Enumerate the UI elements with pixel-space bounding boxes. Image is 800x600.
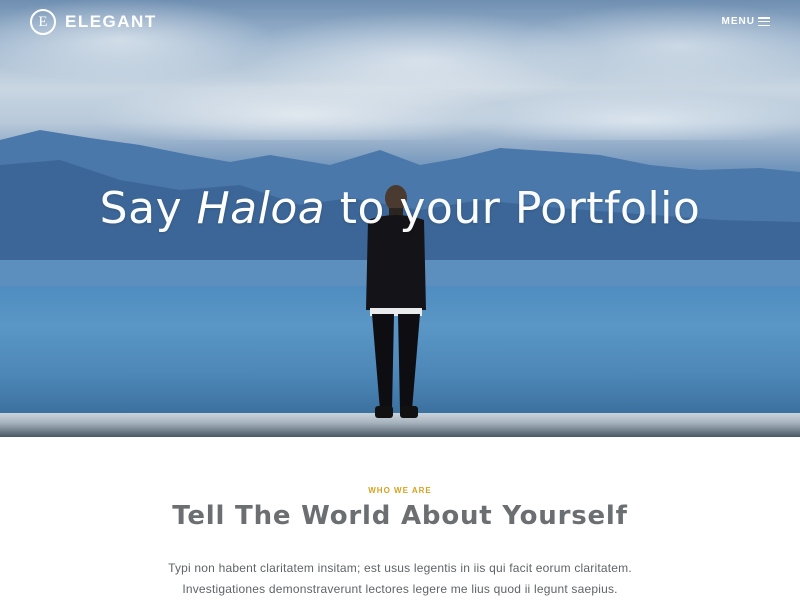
section-description: Typi non habent claritatem insitam; est … xyxy=(0,558,800,600)
headline-prefix: Say xyxy=(99,183,197,234)
headline-suffix: to your Portfolio xyxy=(325,183,701,234)
about-section: WHO WE ARE Tell The World About Yourself… xyxy=(0,437,800,598)
section-eyebrow: WHO WE ARE xyxy=(368,486,432,495)
top-navigation: E ELEGANT MENU xyxy=(0,0,800,46)
headline-italic: Haloa xyxy=(196,183,326,234)
logo-e-icon: E xyxy=(30,9,56,35)
menu-button[interactable]: MENU xyxy=(722,16,770,27)
brand-name: ELEGANT xyxy=(65,12,157,31)
section-title: Tell The World About Yourself xyxy=(172,501,628,531)
hero-section: E ELEGANT MENU Say Haloa to your Portfol… xyxy=(0,0,800,437)
brand-logo[interactable]: E ELEGANT xyxy=(30,9,157,35)
menu-label: MENU xyxy=(721,16,755,27)
description-line-1: Typi non habent claritatem insitam; est … xyxy=(168,561,632,575)
description-line-2: Investigationes demonstraverunt lectores… xyxy=(182,582,618,596)
hero-headline: Say Haloa to your Portfolio xyxy=(0,178,800,240)
hamburger-menu-icon xyxy=(758,17,770,26)
